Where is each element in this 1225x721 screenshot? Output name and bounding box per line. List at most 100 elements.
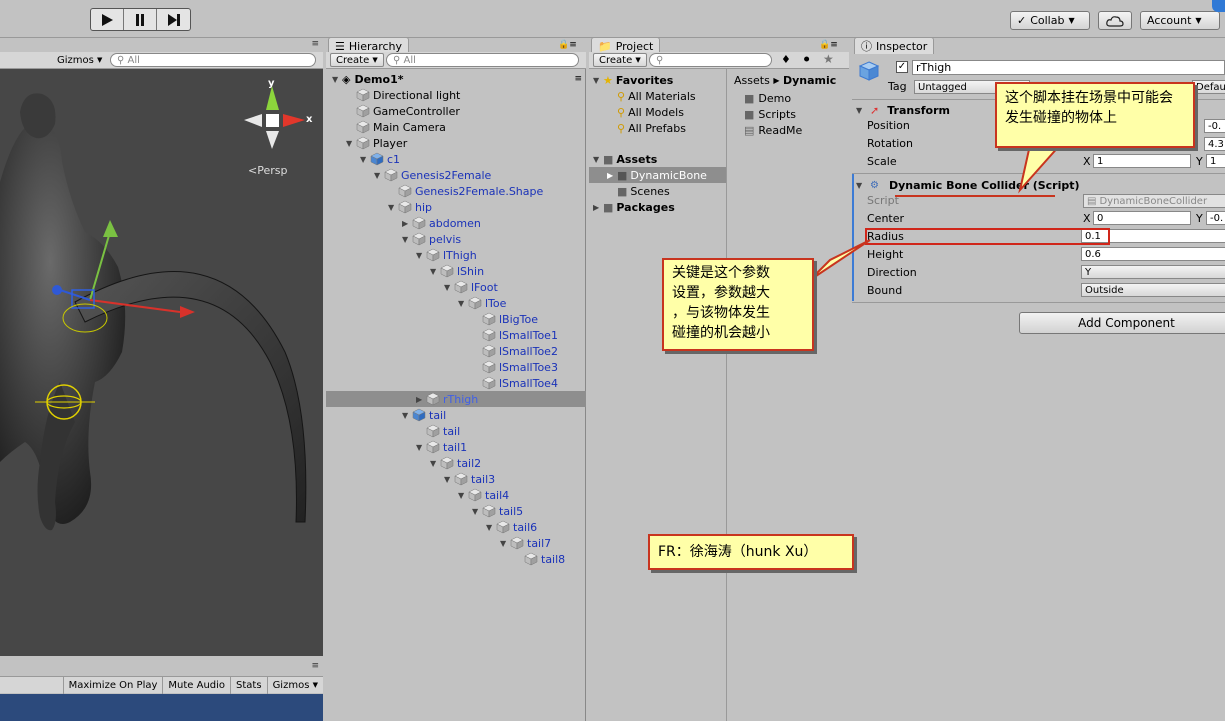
hierarchy-item[interactable]: lSmallToe3 bbox=[326, 359, 586, 375]
panel-menu-icon[interactable]: ≡ bbox=[311, 39, 319, 49]
transform-header[interactable]: ▼ ➚ Transform bbox=[856, 102, 950, 118]
chevron-down-icon[interactable]: ▼ bbox=[486, 523, 496, 532]
folder-row-scenes[interactable]: ■ Scenes bbox=[617, 183, 670, 199]
object-name-input[interactable]: rThigh bbox=[912, 60, 1225, 75]
hierarchy-item[interactable]: tail bbox=[326, 423, 586, 439]
panel-menu-icon[interactable]: ≡ bbox=[574, 74, 582, 84]
project-search-input[interactable]: ⚲ bbox=[649, 53, 772, 67]
component-header[interactable]: ▼ ⚙ Dynamic Bone Collider (Script) bbox=[856, 177, 1080, 193]
hierarchy-item[interactable]: ▼ tail2 bbox=[326, 455, 586, 471]
chevron-down-icon[interactable]: ▼ bbox=[388, 203, 398, 212]
project-create-button[interactable]: Create ▼ bbox=[593, 53, 647, 67]
chevron-down-icon[interactable]: ▼ bbox=[458, 299, 468, 308]
position-field[interactable]: -0. bbox=[1204, 119, 1225, 133]
mute-audio-toggle[interactable]: Mute Audio bbox=[162, 676, 230, 694]
chevron-down-icon[interactable]: ▼ bbox=[416, 443, 426, 452]
scene-search-input[interactable]: ⚲ All bbox=[110, 53, 316, 67]
hierarchy-item[interactable]: ▼ tail4 bbox=[326, 487, 586, 503]
hierarchy-item[interactable]: lBigToe bbox=[326, 311, 586, 327]
notification-badge[interactable] bbox=[1212, 0, 1225, 12]
chevron-down-icon[interactable]: ▼ bbox=[444, 283, 454, 292]
favorite-item[interactable]: ⚲ All Materials bbox=[617, 88, 696, 104]
breadcrumb-root[interactable]: Assets bbox=[734, 74, 770, 87]
scene-view[interactable]: y x <Persp bbox=[0, 52, 323, 656]
file-item[interactable]: ■ Scripts bbox=[744, 106, 796, 122]
cloud-button[interactable] bbox=[1098, 11, 1132, 30]
chevron-down-icon[interactable]: ▼ bbox=[444, 475, 454, 484]
stats-toggle[interactable]: Stats bbox=[230, 676, 267, 694]
game-view[interactable] bbox=[0, 694, 323, 721]
active-checkbox[interactable]: ✓ bbox=[896, 61, 908, 73]
panel-menu-icon[interactable]: ≡ bbox=[311, 661, 319, 671]
file-item[interactable]: ■ Demo bbox=[744, 90, 791, 106]
scale-x-field[interactable]: 1 bbox=[1093, 154, 1191, 168]
chevron-down-icon[interactable]: ▼ bbox=[402, 235, 412, 244]
chevron-down-icon[interactable]: ▼ bbox=[500, 539, 510, 548]
scale-y-field[interactable]: 1 bbox=[1206, 154, 1225, 168]
lock-icon[interactable]: 🔒≡ bbox=[819, 40, 838, 50]
breadcrumb-current[interactable]: Dynamic bbox=[783, 74, 836, 87]
chevron-down-icon[interactable]: ▼ bbox=[374, 171, 384, 180]
hierarchy-item[interactable]: Main Camera bbox=[326, 119, 586, 135]
lock-icon[interactable]: 🔒≡ bbox=[558, 40, 577, 50]
star-icon[interactable]: ★ bbox=[823, 52, 834, 66]
bound-dropdown[interactable]: Outside bbox=[1081, 283, 1225, 297]
rotation-field[interactable]: 4.3 bbox=[1204, 137, 1225, 151]
hierarchy-item[interactable]: ▶ rThigh bbox=[326, 391, 586, 407]
chevron-down-icon[interactable]: ▼ bbox=[402, 411, 412, 420]
hierarchy-item[interactable]: lSmallToe1 bbox=[326, 327, 586, 343]
hierarchy-item[interactable]: Directional light bbox=[326, 87, 586, 103]
favorites-row[interactable]: ▼ ★ Favorites bbox=[593, 72, 673, 88]
persp-label[interactable]: <Persp bbox=[248, 164, 287, 177]
hierarchy-item[interactable]: ▼ lThigh bbox=[326, 247, 586, 263]
center-y-field[interactable]: -0. bbox=[1206, 211, 1225, 225]
hierarchy-create-button[interactable]: Create ▼ bbox=[330, 53, 384, 67]
assets-row[interactable]: ▼ ■ Assets bbox=[593, 151, 657, 167]
game-gizmos-dropdown[interactable]: Gizmos ▼ bbox=[266, 676, 323, 694]
hierarchy-item[interactable]: ▼ tail1 bbox=[326, 439, 586, 455]
hierarchy-item[interactable]: GameController bbox=[326, 103, 586, 119]
chevron-down-icon[interactable]: ▼ bbox=[430, 267, 440, 276]
hierarchy-item[interactable]: ▼ tail6 bbox=[326, 519, 586, 535]
hierarchy-item[interactable]: ▼ lShin bbox=[326, 263, 586, 279]
scene-root-row[interactable]: ▼ ◈ Demo1* ≡ bbox=[332, 71, 582, 87]
chevron-down-icon[interactable]: ▼ bbox=[360, 155, 370, 164]
favorite-item[interactable]: ⚲ All Prefabs bbox=[617, 120, 686, 136]
file-item[interactable]: ▤ ReadMe bbox=[744, 122, 802, 138]
chevron-down-icon[interactable]: ▼ bbox=[458, 491, 468, 500]
add-component-button[interactable]: Add Component bbox=[1019, 312, 1225, 334]
hierarchy-item[interactable]: ▼ hip bbox=[326, 199, 586, 215]
hierarchy-item[interactable]: ▼ tail7 bbox=[326, 535, 586, 551]
hierarchy-item[interactable]: ▶ abdomen bbox=[326, 215, 586, 231]
hierarchy-item[interactable]: lSmallToe4 bbox=[326, 375, 586, 391]
hierarchy-item[interactable]: ▼ tail bbox=[326, 407, 586, 423]
tag-icon[interactable]: ⚫ bbox=[802, 53, 811, 66]
gizmos-dropdown[interactable]: Gizmos ▼ bbox=[52, 53, 107, 67]
chevron-right-icon[interactable]: ▶ bbox=[416, 395, 426, 404]
hierarchy-item[interactable]: ▼ tail5 bbox=[326, 503, 586, 519]
account-button[interactable]: Account ▼ bbox=[1140, 11, 1220, 30]
orientation-gizmo[interactable] bbox=[244, 86, 305, 149]
height-field[interactable]: 0.6 bbox=[1081, 247, 1225, 261]
collab-button[interactable]: ✓ Collab ▼ bbox=[1010, 11, 1090, 30]
play-button[interactable] bbox=[91, 9, 124, 30]
hierarchy-search-input[interactable]: ⚲ All bbox=[386, 53, 579, 67]
step-button[interactable] bbox=[157, 9, 190, 30]
hierarchy-item[interactable]: tail8 bbox=[326, 551, 586, 567]
tab-inspector[interactable]: ⓘ Inspector bbox=[854, 37, 935, 54]
folder-row-dynamicbone[interactable]: ▶ ■ DynamicBone bbox=[589, 167, 726, 183]
hierarchy-item[interactable]: ▼ Player bbox=[326, 135, 586, 151]
chevron-right-icon[interactable]: ▶ bbox=[402, 219, 412, 228]
layer-dropdown[interactable]: Defau bbox=[1192, 80, 1225, 94]
hierarchy-item[interactable]: Genesis2Female.Shape bbox=[326, 183, 586, 199]
hierarchy-item[interactable]: ▼ tail3 bbox=[326, 471, 586, 487]
hierarchy-item[interactable]: ▼ lFoot bbox=[326, 279, 586, 295]
hierarchy-item[interactable]: lSmallToe2 bbox=[326, 343, 586, 359]
chevron-down-icon[interactable]: ▼ bbox=[472, 507, 482, 516]
script-field[interactable]: ▤ DynamicBoneCollider bbox=[1083, 194, 1225, 208]
hierarchy-item[interactable]: ▼ Genesis2Female bbox=[326, 167, 586, 183]
hierarchy-item[interactable]: ▼ lToe bbox=[326, 295, 586, 311]
chevron-down-icon[interactable]: ▼ bbox=[416, 251, 426, 260]
maximize-on-play-toggle[interactable]: Maximize On Play bbox=[62, 676, 163, 694]
chevron-down-icon[interactable]: ▼ bbox=[346, 139, 356, 148]
